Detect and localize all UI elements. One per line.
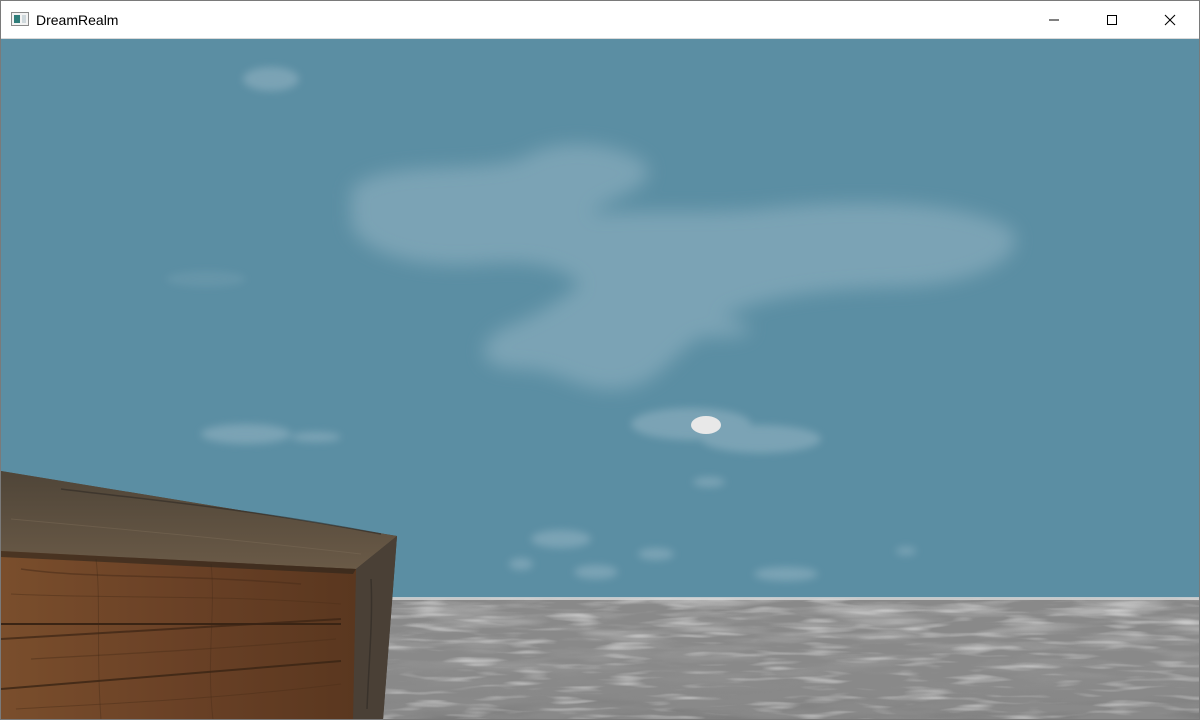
- window-title: DreamRealm: [36, 12, 119, 28]
- window-app-icon[interactable]: [11, 12, 29, 26]
- app-icon-pane-right: [22, 15, 26, 23]
- title-bar[interactable]: DreamRealm: [1, 1, 1199, 39]
- app-icon-pane: [14, 15, 20, 23]
- game-scene: [1, 39, 1199, 719]
- app-window: DreamRealm: [0, 0, 1200, 720]
- maximize-icon: [1107, 14, 1117, 25]
- close-icon: [1164, 14, 1176, 25]
- close-button[interactable]: [1141, 1, 1199, 38]
- sun: [691, 416, 721, 434]
- maximize-button[interactable]: [1083, 1, 1141, 38]
- minimize-icon: [1049, 19, 1059, 20]
- minimize-button[interactable]: [1025, 1, 1083, 38]
- game-viewport[interactable]: [1, 39, 1199, 719]
